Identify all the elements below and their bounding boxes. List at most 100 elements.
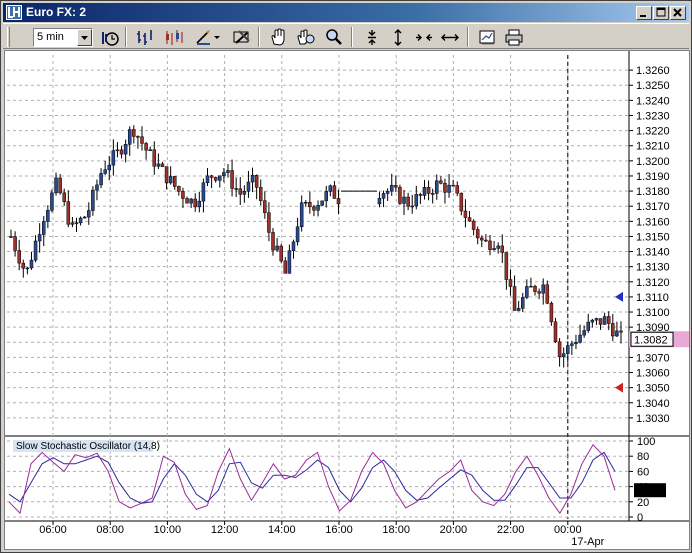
- compress-horizontal-icon[interactable]: [413, 27, 435, 48]
- candle-body: [500, 245, 505, 253]
- price-tick-label: 1.3200: [636, 156, 670, 168]
- title-bar[interactable]: Euro FX: 2: [3, 3, 689, 22]
- candle-body: [193, 198, 197, 208]
- hand-icon[interactable]: [267, 27, 289, 48]
- candle-body: [418, 194, 423, 196]
- candle-body: [484, 239, 488, 242]
- expand-horizontal-icon[interactable]: [439, 27, 461, 48]
- candle-body: [152, 149, 157, 167]
- candle-body: [279, 245, 283, 262]
- candle-body: [381, 193, 386, 199]
- candle-body: [377, 197, 382, 205]
- price-tick-label: 1.3260: [636, 65, 670, 77]
- candle-body: [258, 187, 263, 201]
- candle-body: [283, 260, 288, 274]
- price-tick-label: 1.3050: [636, 383, 670, 395]
- bar-chart-icon[interactable]: [134, 27, 156, 48]
- data-box-icon[interactable]: [476, 27, 498, 48]
- time-tick-label: 00:00: [554, 524, 582, 536]
- price-tick-label: 1.3120: [636, 277, 670, 289]
- candle-body: [299, 202, 304, 228]
- toolbar-grip[interactable]: [7, 27, 10, 47]
- last-price-label: 1.3082: [634, 334, 668, 346]
- maximize-button[interactable]: [653, 6, 669, 20]
- candle-body: [103, 169, 107, 174]
- candle-body: [13, 236, 17, 251]
- expand-vertical-icon[interactable]: [387, 27, 409, 48]
- candle-body: [271, 232, 275, 251]
- candle-body: [287, 250, 292, 274]
- candle-body: [578, 334, 582, 343]
- candle-body: [58, 177, 62, 194]
- candle-body: [398, 186, 402, 204]
- candle-body: [295, 226, 300, 243]
- candle-body: [140, 136, 144, 144]
- candle-body: [66, 201, 71, 225]
- print-icon[interactable]: [503, 27, 525, 48]
- price-chart[interactable]: 100806040200Slow Stochastic Oscillator (…: [5, 51, 689, 549]
- toolbar-separator: [258, 27, 260, 47]
- candles: [9, 125, 623, 368]
- time-tick-label: 06:00: [39, 524, 67, 536]
- osc-tick-label: 0: [637, 512, 643, 524]
- candle-body: [598, 318, 603, 325]
- compress-vertical-icon[interactable]: [361, 27, 383, 48]
- candle-body: [238, 188, 243, 195]
- candle-body: [385, 190, 390, 194]
- candle-body: [410, 205, 414, 208]
- candle-body: [582, 330, 586, 336]
- candle-body: [74, 222, 79, 224]
- interval-select[interactable]: 5 min: [33, 28, 93, 47]
- price-tick-label: 1.3150: [636, 231, 670, 243]
- candle-body: [619, 330, 623, 333]
- candle-body: [95, 184, 99, 191]
- candle-body: [42, 221, 46, 235]
- candle-body: [37, 234, 42, 242]
- candle-body: [406, 196, 410, 207]
- osc-tick-label: 60: [637, 466, 649, 478]
- date-label: 17-Apr: [571, 536, 604, 548]
- osc-tick-label: 100: [637, 436, 655, 448]
- candle-body: [197, 200, 202, 208]
- candle-body: [136, 136, 140, 138]
- candlestick-icon[interactable]: [163, 27, 185, 48]
- candle-body: [332, 185, 337, 199]
- candle-body: [615, 330, 619, 337]
- price-tick-label: 1.3060: [636, 368, 670, 380]
- close-button[interactable]: [670, 6, 686, 20]
- chevron-down-icon[interactable]: [77, 29, 92, 46]
- candle-body: [70, 222, 75, 225]
- candle-body: [115, 149, 120, 152]
- price-tick-label: 1.3070: [636, 352, 670, 364]
- candle-body: [181, 191, 185, 199]
- price-tick-label: 1.3230: [636, 110, 670, 122]
- zoom-hand-icon[interactable]: [295, 27, 317, 48]
- candle-body: [480, 237, 484, 241]
- app-logo-icon: [6, 5, 22, 20]
- time-axis: 06:00 08:00 10:00 12:00 14:00 16:00 18:00 20:00…: [39, 521, 605, 548]
- candle-body: [430, 193, 435, 195]
- minimize-button[interactable]: [636, 6, 652, 20]
- bar-type-icon[interactable]: [99, 27, 121, 48]
- chart-area[interactable]: 100806040200Slow Stochastic Oscillator (…: [4, 50, 690, 550]
- candle-body: [537, 291, 541, 294]
- candle-body: [574, 341, 578, 345]
- candle-body: [312, 206, 316, 211]
- candle-body: [586, 321, 590, 331]
- price-tick-label: 1.3170: [636, 201, 670, 213]
- candle-body: [336, 198, 341, 205]
- candle-body: [50, 192, 54, 211]
- candle-body: [21, 262, 26, 269]
- candle-body: [29, 259, 34, 269]
- magnifier-icon[interactable]: [323, 27, 345, 48]
- draw-tool-icon[interactable]: [194, 27, 220, 48]
- properties-icon[interactable]: [231, 27, 253, 48]
- price-tick-label: 1.3130: [636, 262, 670, 274]
- candle-body: [443, 183, 447, 193]
- price-tick-label: 1.3160: [636, 216, 670, 228]
- candle-body: [267, 212, 271, 233]
- candle-body: [111, 150, 116, 166]
- candle-body: [213, 177, 218, 181]
- candle-body: [557, 341, 562, 358]
- time-tick-label: 22:00: [497, 524, 525, 536]
